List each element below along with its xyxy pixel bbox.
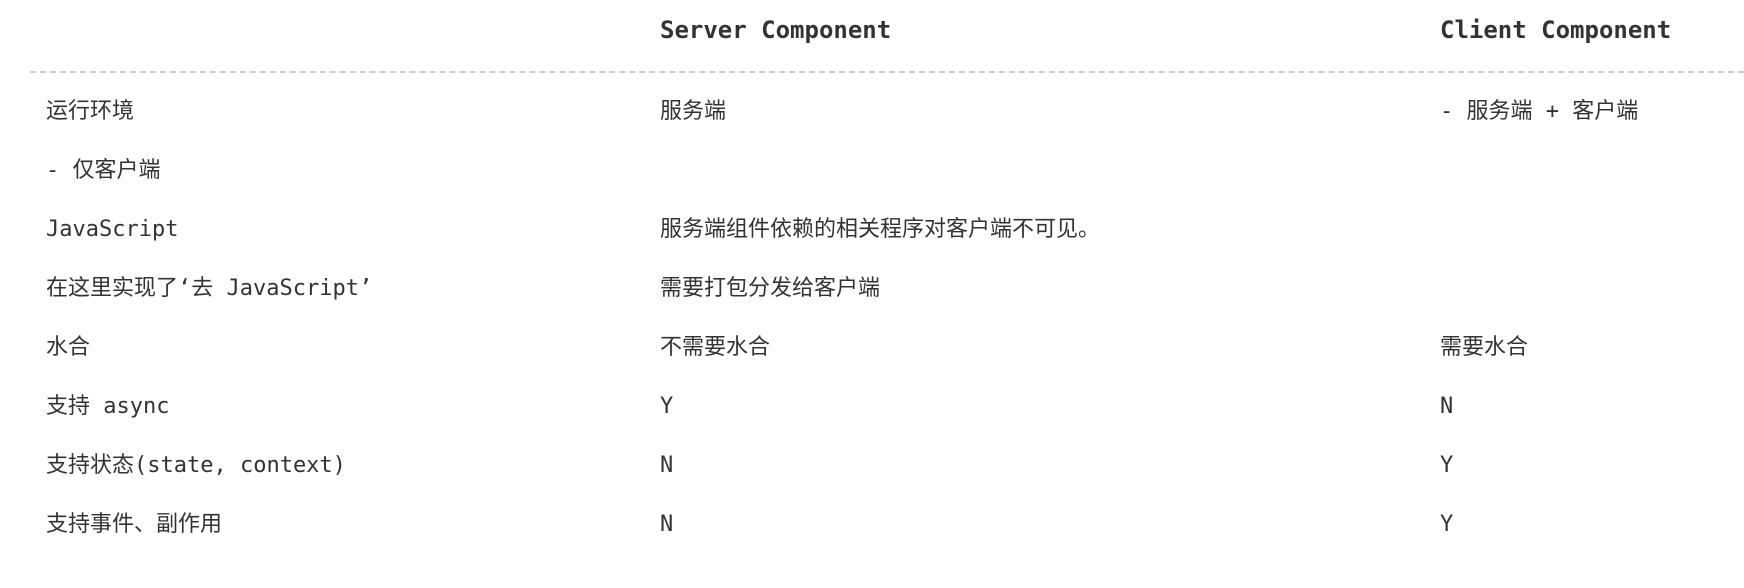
table-header: Server Component Client Component	[0, 0, 1744, 72]
row-server-cell: N	[660, 453, 674, 478]
table-row: - 仅客户端	[0, 141, 1744, 200]
table-row: 在这里实现了‘去 JavaScript’ 需要打包分发给客户端	[0, 259, 1744, 318]
row-client-cell: Y	[1440, 453, 1454, 478]
header-cell-client-component: Client Component	[1440, 16, 1672, 44]
row-feature-cell: 支持事件、副作用	[46, 512, 223, 537]
table-row: 支持状态(state, context) N Y	[0, 436, 1744, 495]
row-server-cell: 服务端	[660, 99, 727, 124]
header-cell-server-component: Server Component	[660, 16, 892, 44]
row-feature-cell: 运行环境	[46, 99, 135, 124]
row-feature-cell: 支持状态(state, context)	[46, 453, 346, 478]
row-feature-cell: 支持 async	[46, 394, 170, 419]
row-server-cell: 不需要水合	[660, 335, 771, 360]
header-divider	[30, 71, 1744, 73]
row-client-cell: 需要水合	[1440, 335, 1529, 360]
row-client-cell: N	[1440, 394, 1454, 419]
row-feature-cell: JavaScript	[46, 217, 179, 242]
table-row: 运行环境 服务端 - 服务端 + 客户端	[0, 82, 1744, 141]
row-server-cell: 服务端组件依赖的相关程序对客户端不可见。	[660, 217, 1101, 242]
table-row: 支持事件、副作用 N Y	[0, 495, 1744, 554]
row-client-cell: - 服务端 + 客户端	[1440, 99, 1639, 124]
table-row: 支持 async Y N	[0, 377, 1744, 436]
table-row: JavaScript 服务端组件依赖的相关程序对客户端不可见。	[0, 200, 1744, 259]
comparison-table: Server Component Client Component 运行环境 服…	[0, 0, 1744, 588]
table-row: 水合 不需要水合 需要水合	[0, 318, 1744, 377]
row-server-cell: Y	[660, 394, 674, 419]
row-feature-cell: 在这里实现了‘去 JavaScript’	[46, 276, 373, 301]
row-feature-cell: 水合	[46, 335, 91, 360]
row-server-cell: 需要打包分发给客户端	[660, 276, 881, 301]
row-client-cell: Y	[1440, 512, 1454, 537]
row-server-cell: N	[660, 512, 674, 537]
row-feature-cell: - 仅客户端	[46, 158, 161, 183]
